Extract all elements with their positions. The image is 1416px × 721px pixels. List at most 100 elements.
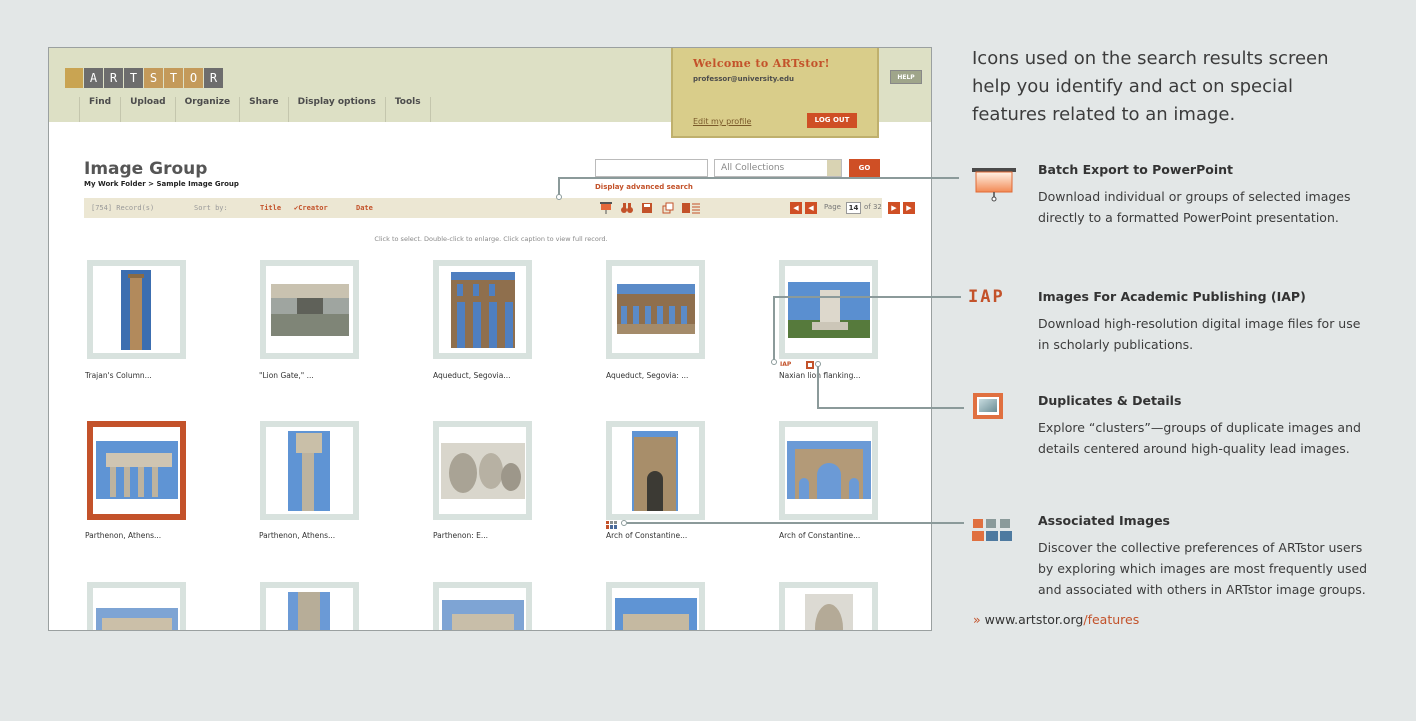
thumbnail-caption[interactable]: Parthenon, Athens... — [85, 531, 161, 540]
thumbnail[interactable] — [433, 582, 532, 630]
thumbnail[interactable] — [606, 260, 705, 359]
thumbnail[interactable] — [433, 260, 532, 359]
nav-display-options[interactable]: Display options — [287, 97, 385, 122]
thumbnail-caption[interactable]: Aqueduct, Segovia: ... — [606, 371, 688, 380]
naxian-lion-image — [788, 282, 870, 338]
nav-find[interactable]: Find — [79, 97, 120, 122]
welcome-title: Welcome to ARTstor! — [693, 57, 830, 70]
prev-page-button[interactable]: ◀ — [805, 202, 817, 214]
main-nav: Find Upload Organize Share Display optio… — [79, 97, 431, 122]
page-total: of 32 — [864, 203, 882, 211]
thumbnail-caption[interactable]: Parthenon: E... — [433, 531, 488, 540]
thumbnail[interactable] — [606, 421, 705, 520]
powerpoint-export-icon — [972, 168, 1016, 202]
lion-gate-image — [271, 284, 349, 336]
thumbnail-caption[interactable]: Naxian lion flanking... — [779, 371, 861, 380]
thumbnail-caption[interactable]: Arch of Constantine... — [606, 531, 687, 540]
logo-letter: T — [164, 68, 183, 88]
list-view-icon[interactable] — [682, 202, 700, 214]
link-path[interactable]: /features — [1083, 612, 1139, 627]
welcome-box: Welcome to ARTstor! professor@university… — [671, 48, 879, 138]
go-button[interactable]: GO — [849, 159, 880, 177]
ruin-image — [96, 608, 178, 630]
thumbnail-caption[interactable]: Aqueduct, Segovia... — [433, 371, 510, 380]
thumbnail[interactable] — [779, 260, 878, 359]
thumbnail-caption[interactable]: Arch of Constantine... — [779, 531, 860, 540]
sort-by-label: Sort by: — [194, 204, 228, 212]
search-input[interactable] — [595, 159, 708, 177]
link-base[interactable]: www.artstor.org — [985, 612, 1084, 627]
logout-button[interactable]: LOG OUT — [807, 113, 857, 128]
nav-tools[interactable]: Tools — [384, 97, 431, 122]
collection-select[interactable]: All Collections — [714, 159, 842, 177]
feature-description: Download high-resolution digital image f… — [1038, 316, 1361, 352]
thumbnail[interactable] — [433, 421, 532, 520]
logo-letter: R — [204, 68, 223, 88]
next-page-button[interactable]: ▶ — [888, 202, 900, 214]
duplicates-mini-icon[interactable] — [806, 361, 814, 369]
feature-title: Associated Images — [1038, 513, 1171, 528]
thumbnail-caption[interactable]: Trajan's Column... — [85, 371, 152, 380]
thumbnail[interactable] — [606, 582, 705, 630]
connector-dot — [556, 194, 562, 200]
aqueduct-segovia-image — [451, 272, 515, 348]
associated-images-mini-icon[interactable] — [606, 521, 618, 529]
breadcrumb[interactable]: My Work Folder > Sample Image Group — [84, 180, 239, 188]
first-page-button[interactable]: ◀ — [790, 202, 802, 214]
nav-share[interactable]: Share — [239, 97, 288, 122]
thumbnail[interactable] — [260, 260, 359, 359]
logo-letter: S — [144, 68, 163, 88]
sort-date[interactable]: Date — [356, 204, 373, 212]
user-email: professor@university.edu — [693, 75, 795, 83]
intro-text: Icons used on the search results screen … — [972, 48, 1329, 125]
edit-profile-link[interactable]: Edit my profile — [693, 117, 751, 126]
nav-organize[interactable]: Organize — [174, 97, 239, 122]
nav-upload[interactable]: Upload — [120, 97, 175, 122]
column-image — [288, 592, 330, 630]
thumbnail-caption[interactable]: "Lion Gate," ... — [259, 371, 314, 380]
sort-creator[interactable]: ✔Creator — [294, 204, 328, 212]
logo-letter: T — [124, 68, 143, 88]
arch-of-constantine-image — [787, 441, 871, 499]
connector-line — [817, 364, 819, 409]
feature-title: Batch Export to PowerPoint — [1038, 162, 1233, 177]
connector-line — [774, 296, 961, 298]
windows-icon[interactable] — [662, 202, 674, 214]
binoculars-icon[interactable] — [621, 202, 633, 214]
powerpoint-export-icon[interactable] — [600, 202, 612, 214]
thumbnail[interactable] — [87, 582, 186, 630]
iap-icon: IAP — [968, 287, 1005, 307]
feature-title: Duplicates & Details — [1038, 393, 1182, 408]
page-number-input[interactable]: 14 — [846, 202, 861, 214]
artstor-logo: A R T S T O R — [65, 68, 224, 90]
feature-title: Images For Academic Publishing (IAP) — [1038, 289, 1306, 304]
thumbnail-selected[interactable] — [87, 421, 186, 520]
sculpture-image — [805, 594, 853, 630]
sort-title[interactable]: Title — [260, 204, 281, 212]
parthenon-frieze-image — [441, 443, 525, 499]
thumbnail[interactable] — [260, 582, 359, 630]
thumbnail[interactable] — [779, 582, 878, 630]
feature-description: Explore “clusters”—groups of duplicate i… — [1038, 420, 1361, 456]
logo-letter: A — [84, 68, 103, 88]
parthenon-image — [96, 441, 178, 499]
last-page-button[interactable]: ▶ — [903, 202, 915, 214]
connector-dot — [815, 361, 821, 367]
thumbnail[interactable] — [260, 421, 359, 520]
save-icon[interactable] — [641, 202, 653, 214]
advanced-search-link[interactable]: Display advanced search — [595, 183, 693, 191]
help-button[interactable]: HELP — [890, 70, 922, 84]
associated-images-icon — [972, 519, 1012, 541]
connector-line — [773, 296, 775, 363]
thumbnail[interactable] — [87, 260, 186, 359]
erechtheion-image — [442, 600, 524, 630]
thumbnail[interactable] — [779, 421, 878, 520]
logo-letter: R — [104, 68, 123, 88]
link-prefix: » — [973, 612, 981, 627]
logo-letter: O — [184, 68, 203, 88]
iap-mini-icon[interactable]: IAP — [780, 361, 791, 368]
features-link[interactable]: » www.artstor.org/features — [973, 612, 1139, 627]
duplicates-icon — [973, 393, 1003, 419]
connector-dot — [771, 359, 777, 365]
thumbnail-caption[interactable]: Parthenon, Athens... — [259, 531, 335, 540]
